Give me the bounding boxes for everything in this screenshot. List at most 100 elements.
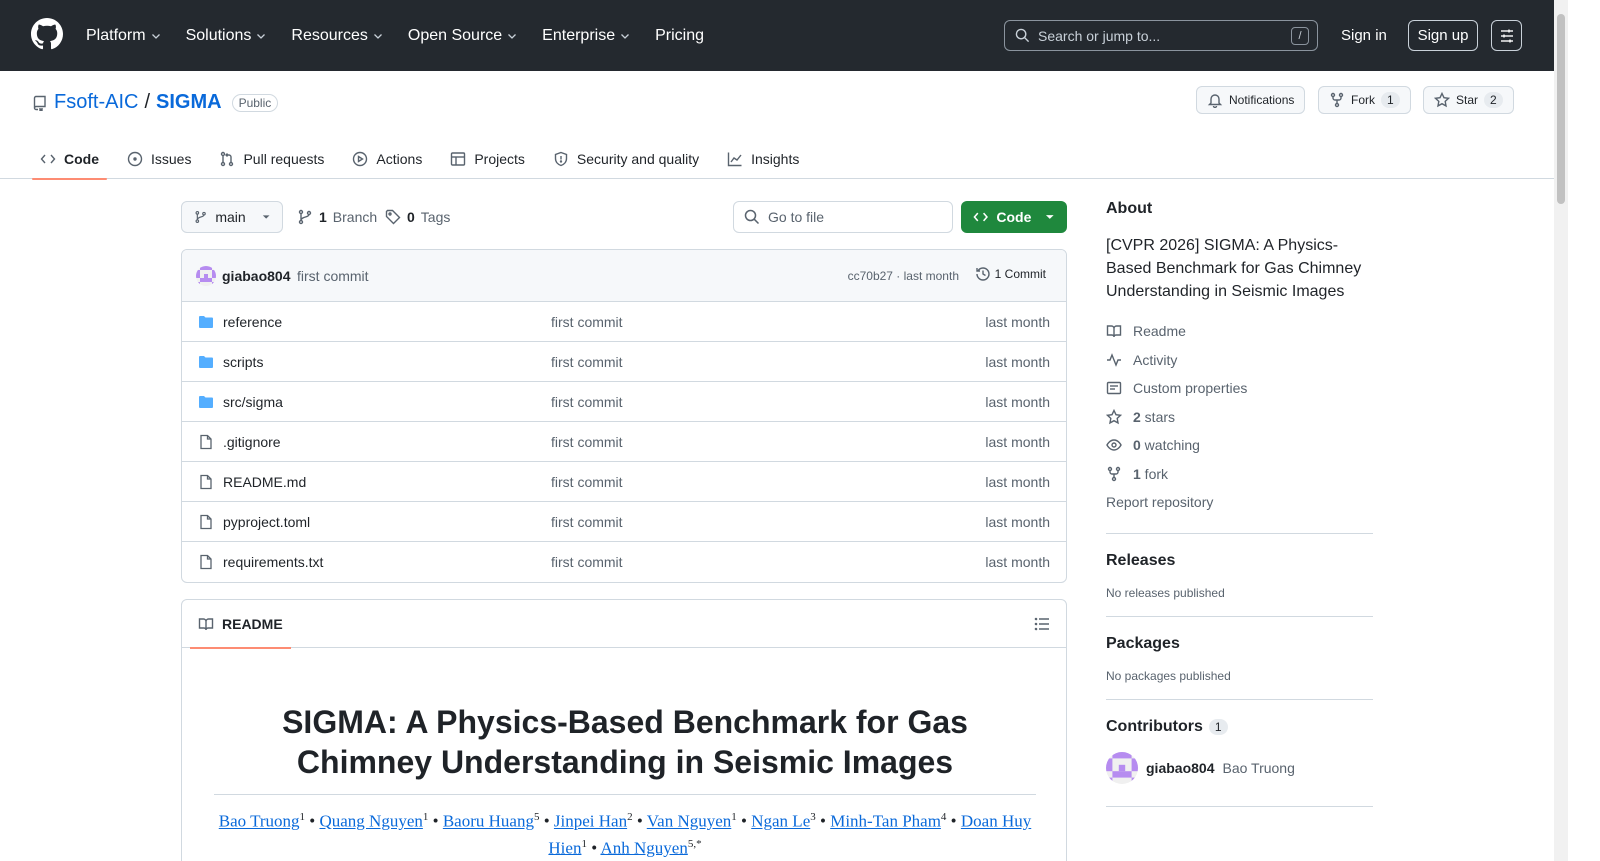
avatar[interactable] xyxy=(1106,752,1138,784)
sign-in-link[interactable]: Sign in xyxy=(1341,27,1387,44)
commit-author-link[interactable]: giabao804 xyxy=(222,268,290,284)
tab-issues[interactable]: Issues xyxy=(119,138,199,179)
contributor-item[interactable]: giabao804 Bao Truong xyxy=(1106,752,1373,784)
search-input[interactable]: Search or jump to... / xyxy=(1004,20,1318,51)
file-name-link[interactable]: requirements.txt xyxy=(223,554,323,570)
author-link[interactable]: Bao Truong xyxy=(219,812,300,831)
notifications-button[interactable]: Notifications xyxy=(1196,86,1306,114)
tab-label: Security and quality xyxy=(576,150,700,167)
about-link-activity[interactable]: Activity xyxy=(1106,346,1373,375)
star-button[interactable]: Star 2 xyxy=(1423,86,1514,114)
commit-hash-time[interactable]: cc70b27 · last month xyxy=(848,269,959,283)
nav-item-label: Pricing xyxy=(655,26,704,44)
readme-tab[interactable]: README xyxy=(190,600,291,649)
file-commit-message[interactable]: first commit xyxy=(551,474,623,490)
avatar[interactable] xyxy=(196,266,216,286)
file-name-link[interactable]: reference xyxy=(223,314,282,330)
contributor-login[interactable]: giabao804 xyxy=(1146,760,1214,776)
author-link[interactable]: Quang Nguyen xyxy=(319,812,422,831)
tab-label: Actions xyxy=(376,150,423,167)
repo-owner-link[interactable]: Fsoft-AIC xyxy=(54,91,138,114)
tab-insights[interactable]: Insights xyxy=(719,138,807,179)
page-scrollbar[interactable] xyxy=(1554,0,1568,861)
scrollbar-thumb[interactable] xyxy=(1557,14,1565,204)
author-link[interactable]: Ngan Le xyxy=(751,812,810,831)
file-commit-message[interactable]: first commit xyxy=(551,394,623,410)
tab-pull-requests[interactable]: Pull requests xyxy=(211,138,332,179)
about-link-fork[interactable]: 1 fork xyxy=(1106,460,1373,489)
author-link[interactable]: Anh Nguyen xyxy=(600,838,687,857)
file-name-link[interactable]: src/sigma xyxy=(223,394,283,410)
file-name-link[interactable]: scripts xyxy=(223,354,263,370)
nav-item-open-source[interactable]: Open Source xyxy=(408,27,518,45)
sign-up-button[interactable]: Sign up xyxy=(1408,20,1478,51)
about-link-text: Readme xyxy=(1133,323,1186,339)
code-dropdown-button[interactable]: Code xyxy=(961,201,1067,233)
graph-icon xyxy=(727,152,742,166)
commit-message-link[interactable]: first commit xyxy=(297,268,369,284)
packages-heading[interactable]: Packages xyxy=(1106,635,1373,653)
commit-history-link[interactable]: 1 Commit xyxy=(975,266,1046,282)
about-link-count: 2 xyxy=(1133,408,1141,425)
star-icon xyxy=(1106,408,1122,424)
search-placeholder: Search or jump to... xyxy=(1038,27,1161,44)
author-link[interactable]: Van Nguyen xyxy=(647,812,732,831)
about-link-label: watching xyxy=(1140,437,1200,454)
author-separator: • xyxy=(736,811,752,831)
repo-name-link[interactable]: SIGMA xyxy=(156,91,222,114)
file-commit-message[interactable]: first commit xyxy=(551,434,623,450)
file-commit-message[interactable]: first commit xyxy=(551,554,623,570)
outline-list-icon[interactable] xyxy=(1034,616,1050,632)
tab-code[interactable]: Code xyxy=(32,138,107,180)
tab-security-and-quality[interactable]: Security and quality xyxy=(545,138,707,179)
folder-icon xyxy=(199,356,213,368)
branch-selector[interactable]: main xyxy=(181,201,283,233)
branches-link[interactable]: 1 Branch xyxy=(297,209,377,225)
code-button-label: Code xyxy=(996,209,1032,225)
about-heading: About xyxy=(1106,200,1153,217)
contributors-heading[interactable]: Contributors 1 xyxy=(1106,718,1373,736)
header-menu-button[interactable] xyxy=(1491,20,1522,51)
tag-icon xyxy=(385,209,401,225)
file-name-link[interactable]: README.md xyxy=(223,474,306,490)
search-shortcut-key: / xyxy=(1291,27,1309,45)
repo-title: Fsoft-AIC / SIGMA Public xyxy=(32,91,279,114)
author-link[interactable]: Baoru Huang xyxy=(443,812,534,831)
file-commit-time: last month xyxy=(985,434,1050,450)
repo-header: Fsoft-AIC / SIGMA Public Notifications F… xyxy=(0,71,1554,180)
global-nav: Platform Solutions Resources Open Source Ent… xyxy=(86,0,704,71)
pull-request-icon xyxy=(221,151,234,166)
tags-link[interactable]: 0 Tags xyxy=(385,209,450,225)
tab-projects[interactable]: Projects xyxy=(442,138,533,179)
github-logo-icon[interactable] xyxy=(31,18,63,50)
about-link-stars[interactable]: 2 stars xyxy=(1106,403,1373,432)
about-link-text: Custom properties xyxy=(1133,380,1247,396)
about-link-custom-properties[interactable]: Custom properties xyxy=(1106,374,1373,403)
nav-item-platform[interactable]: Platform xyxy=(86,27,162,45)
file-commit-time: last month xyxy=(985,314,1050,330)
nav-item-solutions[interactable]: Solutions xyxy=(186,27,268,45)
author-separator: • xyxy=(539,811,554,831)
file-name-link[interactable]: .gitignore xyxy=(223,434,281,450)
star-count: 2 xyxy=(1484,92,1503,108)
file-commit-message[interactable]: first commit xyxy=(551,514,623,530)
nav-item-pricing[interactable]: Pricing xyxy=(655,27,704,45)
pulse-icon xyxy=(1107,352,1121,367)
nav-item-resources[interactable]: Resources xyxy=(291,27,383,45)
about-link-watching[interactable]: 0 watching xyxy=(1106,431,1373,460)
about-link-readme[interactable]: Readme xyxy=(1106,317,1373,346)
go-to-file-input[interactable]: Go to file xyxy=(733,201,953,233)
nav-item-label: Platform xyxy=(86,26,146,44)
nav-item-enterprise[interactable]: Enterprise xyxy=(542,27,631,45)
fork-button[interactable]: Fork 1 xyxy=(1318,86,1411,114)
file-commit-message[interactable]: first commit xyxy=(551,314,623,330)
author-separator: • xyxy=(815,811,831,831)
report-repository-link[interactable]: Report repository xyxy=(1106,488,1373,516)
file-commit-message[interactable]: first commit xyxy=(551,354,623,370)
author-link[interactable]: Minh-Tan Pham xyxy=(830,812,941,831)
contributors-count: 1 xyxy=(1208,719,1228,735)
releases-heading[interactable]: Releases xyxy=(1106,552,1373,570)
tab-actions[interactable]: Actions xyxy=(344,138,430,179)
author-link[interactable]: Jinpei Han xyxy=(554,812,627,831)
file-name-link[interactable]: pyproject.toml xyxy=(223,514,310,530)
